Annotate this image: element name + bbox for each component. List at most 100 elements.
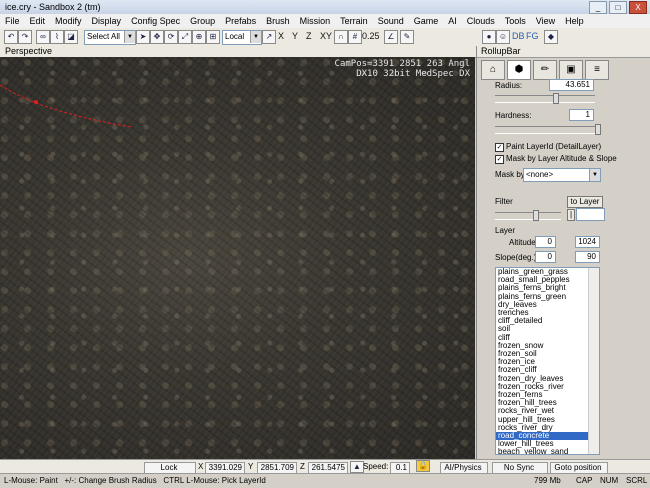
radius-slider[interactable] [495,93,595,104]
menu-file[interactable]: File [0,16,25,26]
layer-list[interactable]: plains_green_grass road_small_pepples pl… [495,267,600,455]
person-icon[interactable]: ☺ [496,30,510,44]
paint-layer-label: Paint LayerId (DetailLayer) [506,142,602,151]
chevron-down-icon: ▼ [124,31,135,43]
mask-altitude-checkbox[interactable]: ✓ [495,155,504,164]
menu-game[interactable]: Game [409,16,444,26]
perspective-viewport[interactable]: CamPos=3391 2851 263 Angl DX10 32bit Med… [0,57,475,459]
terrain-snap-icon[interactable]: ⊕ [192,30,206,44]
radius-field[interactable]: 43.651 [549,79,594,91]
hardness-label: Hardness: [495,111,532,120]
menu-mission[interactable]: Mission [295,16,336,26]
to-layer-button[interactable]: to Layer [567,196,603,208]
redo-icon[interactable]: ↷ [18,30,32,44]
layers-tab-icon[interactable]: ≡ [585,60,609,80]
menu-config-spec[interactable]: Config Spec [126,16,185,26]
window-title: ice.cry - Sandbox 2 (tm) [5,2,101,12]
filter-color-field[interactable] [576,208,605,221]
filter-slider-thumb[interactable] [533,210,539,221]
magnet-icon[interactable]: ∩ [334,30,348,44]
display-tab-icon[interactable]: ▣ [559,60,583,80]
mask-altitude-label: Mask by Layer Altitude & Slope [506,154,617,163]
altitude-min-field[interactable]: 0 [535,236,556,248]
coord-system-dropdown[interactable]: Local ▼ [222,30,262,45]
terrain-follow-icon[interactable]: ▲ [350,461,364,473]
menu-group[interactable]: Group [185,16,220,26]
axis-y-button[interactable]: Y [292,30,298,43]
select-object-icon[interactable]: ◪ [64,30,78,44]
lock-icon[interactable]: 🔒 [416,460,430,472]
grid-icon[interactable]: # [348,30,362,44]
close-button[interactable]: X [629,1,647,14]
db-button[interactable]: DB [512,30,525,43]
main-toolbar: ↶ ↷ ∞ ⌇ ◪ Select All ▼ ➤ ✥ ⟳ ⤢ ⊕ ⊞ Local… [0,28,650,47]
layer-item[interactable]: soil [496,325,599,333]
ai-point-icon[interactable]: ● [482,30,496,44]
menu-terrain[interactable]: Terrain [335,16,373,26]
menu-modify[interactable]: Modify [50,16,87,26]
menu-sound[interactable]: Sound [373,16,409,26]
slope-max-field[interactable]: 90 [575,251,600,263]
filter-toggle[interactable]: | [567,209,575,221]
unlink-icon[interactable]: ⌇ [50,30,64,44]
move-icon[interactable]: ✥ [150,30,164,44]
menu-brush[interactable]: Brush [261,16,295,26]
axis-xy-button[interactable]: XY [320,30,332,43]
menu-tools[interactable]: Tools [500,16,531,26]
snap-object-icon[interactable]: ⊞ [206,30,220,44]
hardness-slider[interactable] [495,124,601,135]
layer-section-label: Layer [495,226,516,235]
snap-value[interactable]: 0.25 [362,30,380,43]
fg-button[interactable]: FG [526,30,539,43]
menu-help[interactable]: Help [560,16,589,26]
chevron-down-icon: ▼ [250,31,261,43]
physics-icon[interactable]: ◆ [544,30,558,44]
hint-text: L-Mouse: Paint +/-: Change Brush Radius … [4,476,266,485]
menu-edit[interactable]: Edit [25,16,51,26]
memory-usage: 799 Mb [534,476,561,485]
objects-tab-icon[interactable]: ⌂ [481,60,505,80]
num-indicator: NUM [600,476,619,485]
menu-view[interactable]: View [531,16,560,26]
chevron-down-icon: ▼ [589,169,600,181]
title-bar: ice.cry - Sandbox 2 (tm) _ □ X [0,0,650,14]
axis-z-button[interactable]: Z [306,30,312,43]
undo-icon[interactable]: ↶ [4,30,18,44]
viewport-label[interactable]: Perspective [5,46,52,56]
layer-item[interactable]: beach_yellow_sand [496,448,599,454]
z-label: Z [300,462,305,471]
terrain-tab-icon[interactable]: ⬢ [507,60,531,80]
maximize-button[interactable]: □ [609,1,627,14]
hardness-slider-thumb[interactable] [595,124,601,135]
minimize-button[interactable]: _ [589,1,607,14]
ruler-icon[interactable]: ✎ [400,30,414,44]
filter-slider[interactable] [495,210,561,221]
rollup-title: RollupBar [477,46,650,58]
campos-line2: DX10 32bit MedSpec DX [356,69,470,79]
rollup-bar: RollupBar ⌂ ⬢ ✏ ▣ ≡ Radius: 43.651 Hardn… [476,46,650,459]
select-arrow-icon[interactable]: ➤ [136,30,150,44]
hint-bar: L-Mouse: Paint +/-: Change Brush Radius … [0,473,650,488]
menu-ai[interactable]: AI [443,16,462,26]
layer-list-scrollbar[interactable] [588,268,599,454]
select-mode-value: Select All [87,32,120,41]
hardness-field[interactable]: 1 [569,109,594,121]
slope-min-field[interactable]: 0 [535,251,556,263]
select-mode-dropdown[interactable]: Select All ▼ [84,30,136,45]
modeling-tab-icon[interactable]: ✏ [533,60,557,80]
link-icon[interactable]: ∞ [36,30,50,44]
radius-slider-thumb[interactable] [553,93,559,104]
angle-snap-icon[interactable]: ∠ [384,30,398,44]
altitude-max-field[interactable]: 1024 [575,236,600,248]
layer-item[interactable]: cliff_detailed [496,317,599,325]
scale-icon[interactable]: ⤢ [178,30,192,44]
menu-display[interactable]: Display [87,16,127,26]
mask-by-dropdown[interactable]: <none> ▼ [523,168,601,182]
axis-constrain-icon[interactable]: ↗ [262,30,276,44]
menu-prefabs[interactable]: Prefabs [220,16,261,26]
menu-clouds[interactable]: Clouds [462,16,500,26]
paint-layer-checkbox[interactable]: ✓ [495,143,504,152]
rotate-icon[interactable]: ⟳ [164,30,178,44]
axis-x-button[interactable]: X [278,30,284,43]
altitude-label: Altitude [509,238,536,247]
